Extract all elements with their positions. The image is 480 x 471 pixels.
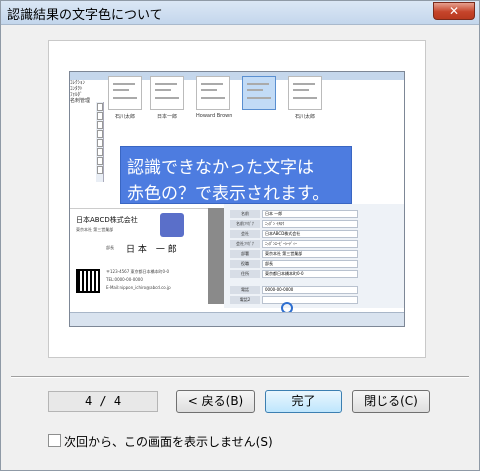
form-value — [262, 296, 358, 304]
form-label: 電話2 — [230, 296, 260, 304]
dialog-window: 認識結果の文字色について ✕ ｺﾚｸｼｮﾝ ｺﾝﾀｸﾄ ﾌｫﾙﾀﾞ 名刺管理 石… — [0, 0, 480, 471]
card-scan-image: 日本ABCD株式会社 東京本社 第三営業部 部長 日 本 一 郎 〒123-45… — [70, 208, 208, 304]
scan-dept: 東京本社 第三営業部 — [76, 227, 114, 232]
scan-tel: TEL:0000-00-0000 — [106, 277, 143, 282]
back-button[interactable]: < 戻る(B) — [176, 390, 255, 413]
banner-line-2: 赤色の？で表示されます。 — [127, 184, 330, 204]
preview-vertical-toolbar — [96, 102, 104, 182]
form-row: 住所 東京都日本橋本町0-0 — [230, 270, 400, 278]
form-label: 名前 — [230, 210, 260, 218]
finish-button[interactable]: 完了 — [265, 390, 342, 413]
form-value: 日本 一郎 — [262, 210, 358, 218]
form-row: 会社 日本ABCD株式会社 — [230, 230, 400, 238]
card-label: 石川太郎 — [294, 114, 315, 120]
form-value: ﾆｯﾎﾟﾝ ｲﾁﾛｳ — [262, 220, 358, 228]
close-icon[interactable]: ✕ — [433, 2, 475, 20]
info-banner: 認識できなかった文字は 赤色の？で表示されます。 — [120, 146, 352, 204]
card-label: 石川太郎 — [114, 114, 135, 120]
banner-line-1: 認識できなかった文字は — [127, 158, 314, 178]
preview-form: 名前 日本 一郎 名前ﾌﾘｶﾞﾅ ﾆｯﾎﾟﾝ ｲﾁﾛｳ 会社 日本ABCD株式会… — [224, 204, 404, 308]
form-value: 東京本社 第三営業部 — [262, 250, 358, 258]
form-row: 電話 0000-00-0000 — [230, 286, 400, 294]
preview-tree: ｺﾚｸｼｮﾝ ｺﾝﾀｸﾄ ﾌｫﾙﾀﾞ 名刺管理 — [70, 80, 96, 142]
form-label: 電話 — [230, 286, 260, 294]
form-label: 住所 — [230, 270, 260, 278]
company-logo — [160, 213, 184, 237]
preview-card-strip: 石川太郎 日本一郎 Howard Brown 石川太郎 — [108, 76, 348, 126]
form-label: 部署 — [230, 250, 260, 258]
preview-divider — [208, 208, 224, 304]
tree-item: 名刺管理 — [70, 98, 91, 104]
close-button[interactable]: 閉じる(C) — [352, 390, 430, 413]
card-thumbnail — [108, 76, 142, 110]
form-row: 役職 部長 — [230, 260, 400, 268]
scan-address: 〒123-4567 東京都日本橋本町0-0 — [106, 269, 170, 274]
scan-email: E-Mail:nippon_ichiro@abcd.co.jp — [106, 285, 171, 290]
page-counter: 4 / 4 — [48, 391, 158, 412]
form-row: 部署 東京本社 第三営業部 — [230, 250, 400, 258]
separator — [11, 376, 469, 378]
form-value: 日本ABCD株式会社 — [262, 230, 358, 238]
scan-name: 日 本 一 郎 — [126, 245, 177, 255]
form-value: 0000-00-0000 — [262, 286, 358, 294]
dialog-title: 認識結果の文字色について — [7, 8, 163, 23]
dont-show-again-label[interactable]: 次回から、この画面を表示しません(S) — [64, 433, 273, 450]
form-label: 役職 — [230, 260, 260, 268]
dont-show-again-checkbox[interactable] — [48, 434, 61, 447]
title-bar: 認識結果の文字色について ✕ — [1, 1, 479, 25]
card-thumbnail — [150, 76, 184, 110]
preview-statusbar — [70, 312, 404, 326]
preview-screenshot: ｺﾚｸｼｮﾝ ｺﾝﾀｸﾄ ﾌｫﾙﾀﾞ 名刺管理 石川太郎 日本一郎 Howard… — [69, 71, 405, 327]
card-label: Howard Brown — [196, 113, 233, 119]
card-thumbnail-selected — [242, 76, 276, 110]
form-label: 名前ﾌﾘｶﾞﾅ — [230, 220, 260, 228]
card-thumbnail — [196, 76, 230, 110]
form-value: 東京都日本橋本町0-0 — [262, 270, 358, 278]
card-thumbnail — [288, 76, 322, 110]
form-row: 会社ﾌﾘｶﾞﾅ ﾆｯﾎﾟﾝｴｰﾋﾞｰｼｰﾃﾞｨｰ — [230, 240, 400, 248]
qr-code — [76, 269, 100, 293]
preview-frame: ｺﾚｸｼｮﾝ ｺﾝﾀｸﾄ ﾌｫﾙﾀﾞ 名刺管理 石川太郎 日本一郎 Howard… — [48, 40, 426, 358]
scan-company: 日本ABCD株式会社 — [76, 216, 138, 224]
scan-role: 部長 — [106, 245, 114, 250]
form-row: 電話2 — [230, 296, 400, 304]
form-value: ﾆｯﾎﾟﾝｴｰﾋﾞｰｼｰﾃﾞｨｰ — [262, 240, 358, 248]
form-label: 会社 — [230, 230, 260, 238]
form-value: 部長 — [262, 260, 358, 268]
form-row: 名前 日本 一郎 — [230, 210, 400, 218]
card-label: 日本一郎 — [156, 114, 177, 120]
form-row: 名前ﾌﾘｶﾞﾅ ﾆｯﾎﾟﾝ ｲﾁﾛｳ — [230, 220, 400, 228]
form-label: 会社ﾌﾘｶﾞﾅ — [230, 240, 260, 248]
